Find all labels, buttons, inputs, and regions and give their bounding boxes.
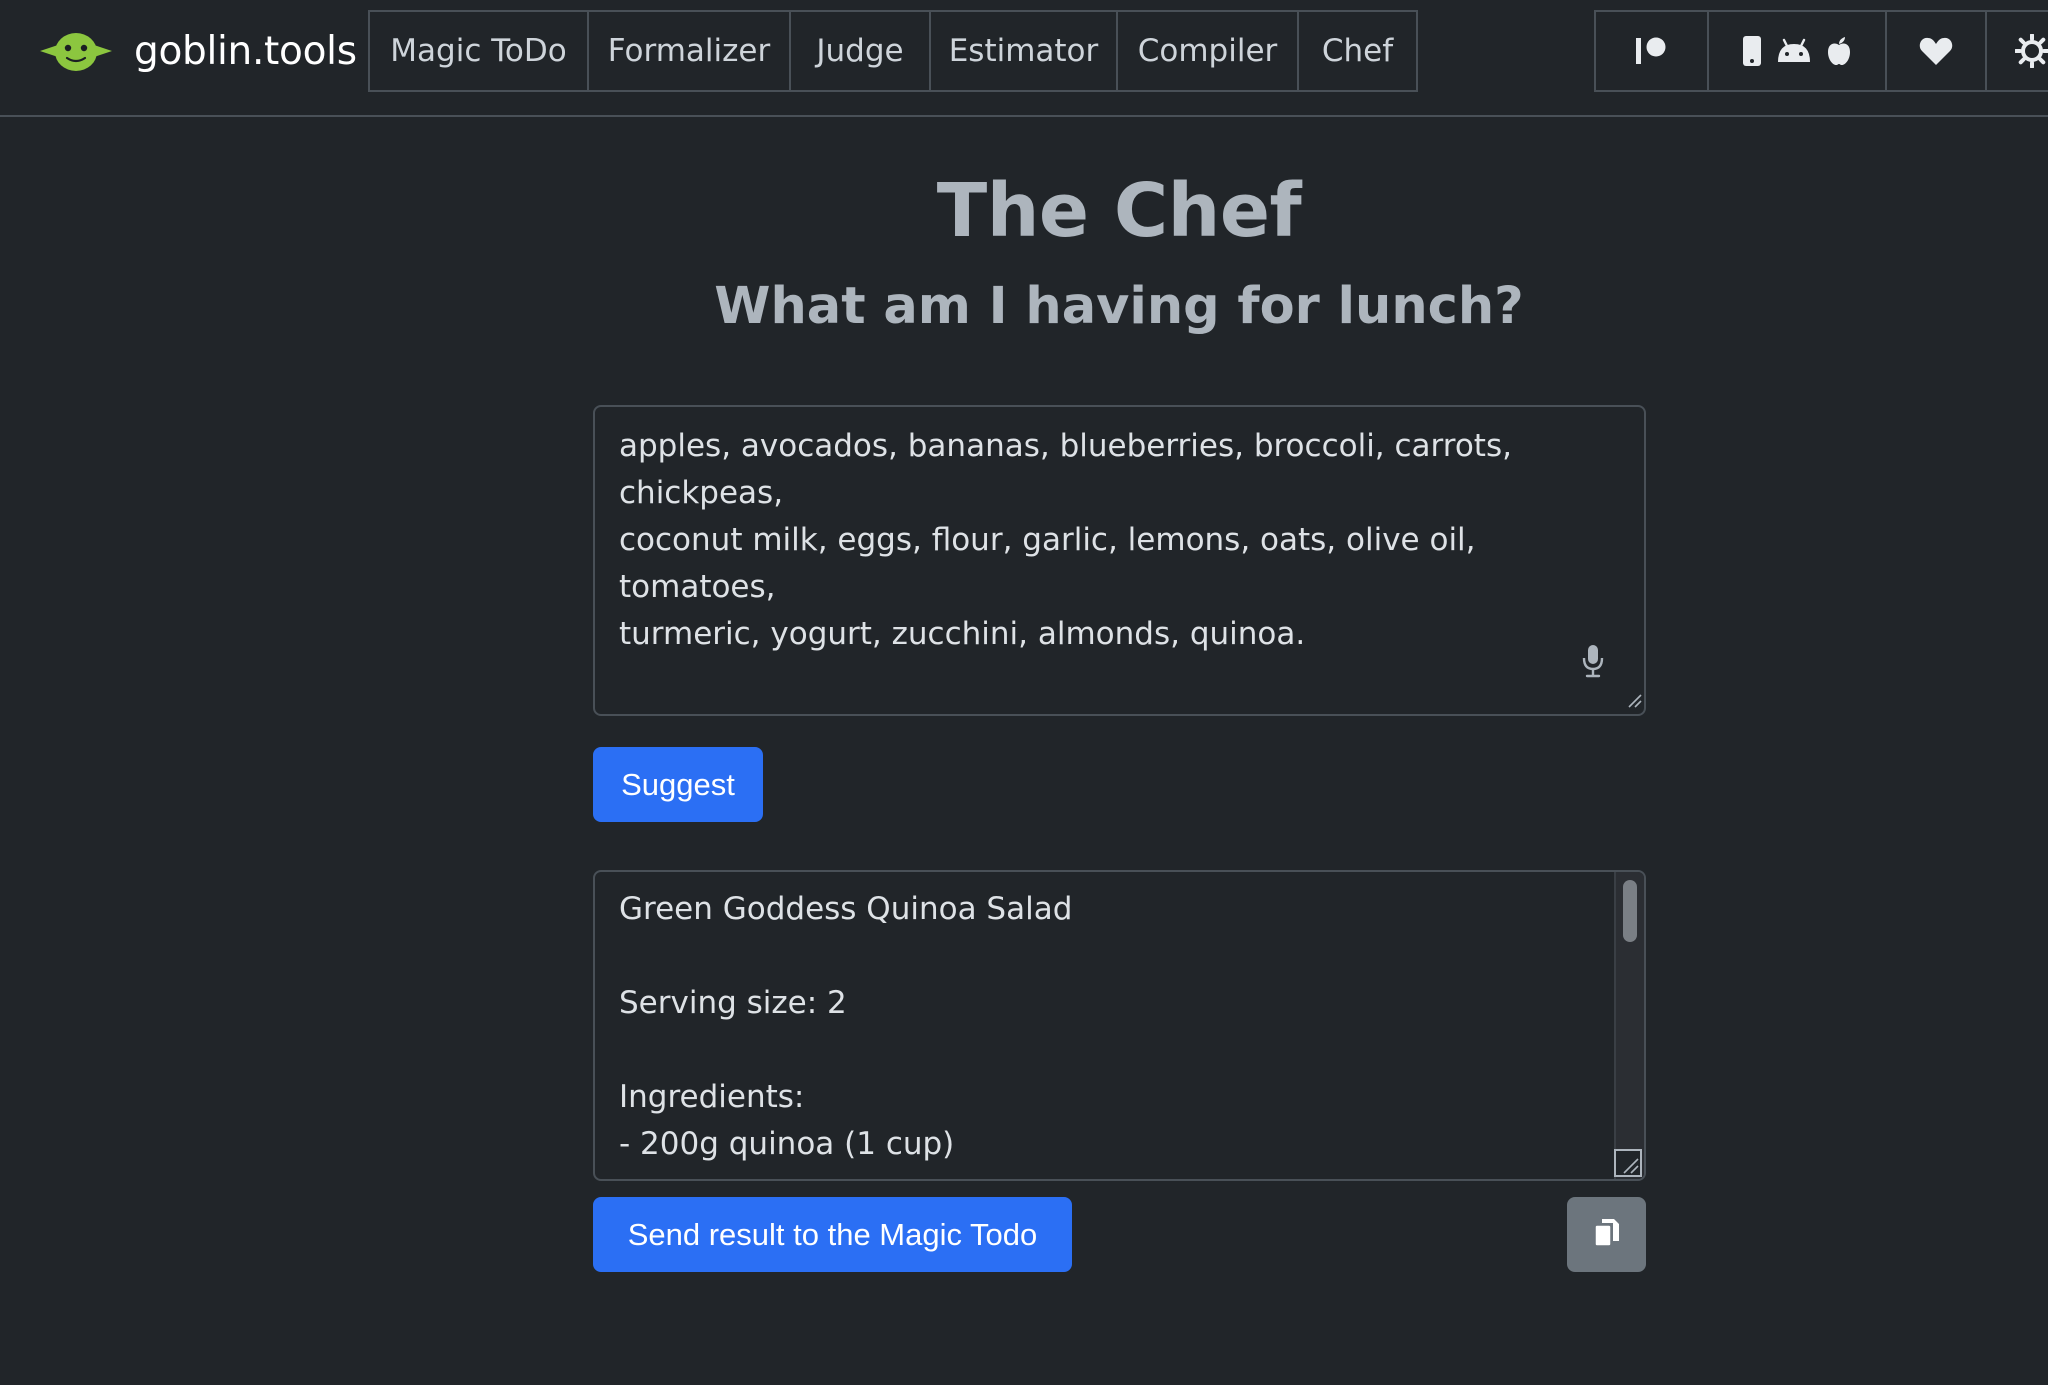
tab-formalizer[interactable]: Formalizer [587, 10, 791, 92]
tab-chef[interactable]: Chef [1297, 10, 1418, 92]
apple-icon [1826, 36, 1852, 66]
scrollbar-thumb[interactable] [1623, 880, 1637, 942]
result-line [619, 933, 1599, 980]
page-subtitle: What am I having for lunch? [714, 277, 1524, 336]
resize-handle-icon[interactable] [1626, 692, 1642, 712]
brand-link[interactable]: goblin.tools [38, 20, 357, 82]
result-line: Green Goddess Quinoa Salad [619, 891, 1073, 927]
support-button[interactable] [1885, 10, 1987, 92]
patreon-icon [1634, 36, 1670, 66]
ingredients-textarea[interactable]: apples, avocados, bananas, blueberries, … [593, 405, 1646, 716]
copy-button[interactable] [1567, 1197, 1646, 1272]
tab-judge[interactable]: Judge [789, 10, 931, 92]
phone-icon [1742, 35, 1762, 67]
top-navbar: goblin.tools Magic ToDo Formalizer Judge… [0, 0, 2048, 117]
patreon-button[interactable] [1594, 10, 1709, 92]
navbar-icon-buttons [1594, 10, 2048, 92]
mobile-apps-button[interactable] [1707, 10, 1887, 92]
result-scrollbar[interactable] [1614, 872, 1644, 1179]
brand-name: goblin.tools [134, 28, 357, 74]
result-line: Ingredients: [619, 1079, 805, 1115]
settings-icon [2015, 34, 2048, 68]
result-line [619, 1027, 1599, 1074]
page-title: The Chef [936, 168, 1302, 254]
android-icon [1776, 38, 1812, 64]
tab-compiler[interactable]: Compiler [1116, 10, 1299, 92]
ingredients-text: apples, avocados, bananas, blueberries, … [619, 428, 1512, 652]
suggest-button[interactable]: Suggest [593, 747, 763, 822]
settings-button[interactable] [1985, 10, 2048, 92]
tab-estimator[interactable]: Estimator [929, 10, 1118, 92]
microphone-icon[interactable] [1582, 644, 1604, 682]
copy-icon [1592, 1217, 1622, 1253]
result-textarea[interactable]: Green Goddess Quinoa Salad Serving size:… [593, 870, 1646, 1181]
resize-handle-icon[interactable] [1614, 1149, 1642, 1177]
result-line: - 200g quinoa (1 cup) [619, 1126, 955, 1162]
heart-icon [1919, 36, 1953, 66]
tool-tabs: Magic ToDo Formalizer Judge Estimator Co… [368, 10, 1418, 92]
result-text: Green Goddess Quinoa Salad Serving size:… [619, 886, 1599, 1168]
tab-magic-todo[interactable]: Magic ToDo [368, 10, 589, 92]
goblin-head-icon [38, 29, 114, 73]
result-line: Serving size: 2 [619, 985, 847, 1021]
send-to-magic-todo-button[interactable]: Send result to the Magic Todo [593, 1197, 1072, 1272]
